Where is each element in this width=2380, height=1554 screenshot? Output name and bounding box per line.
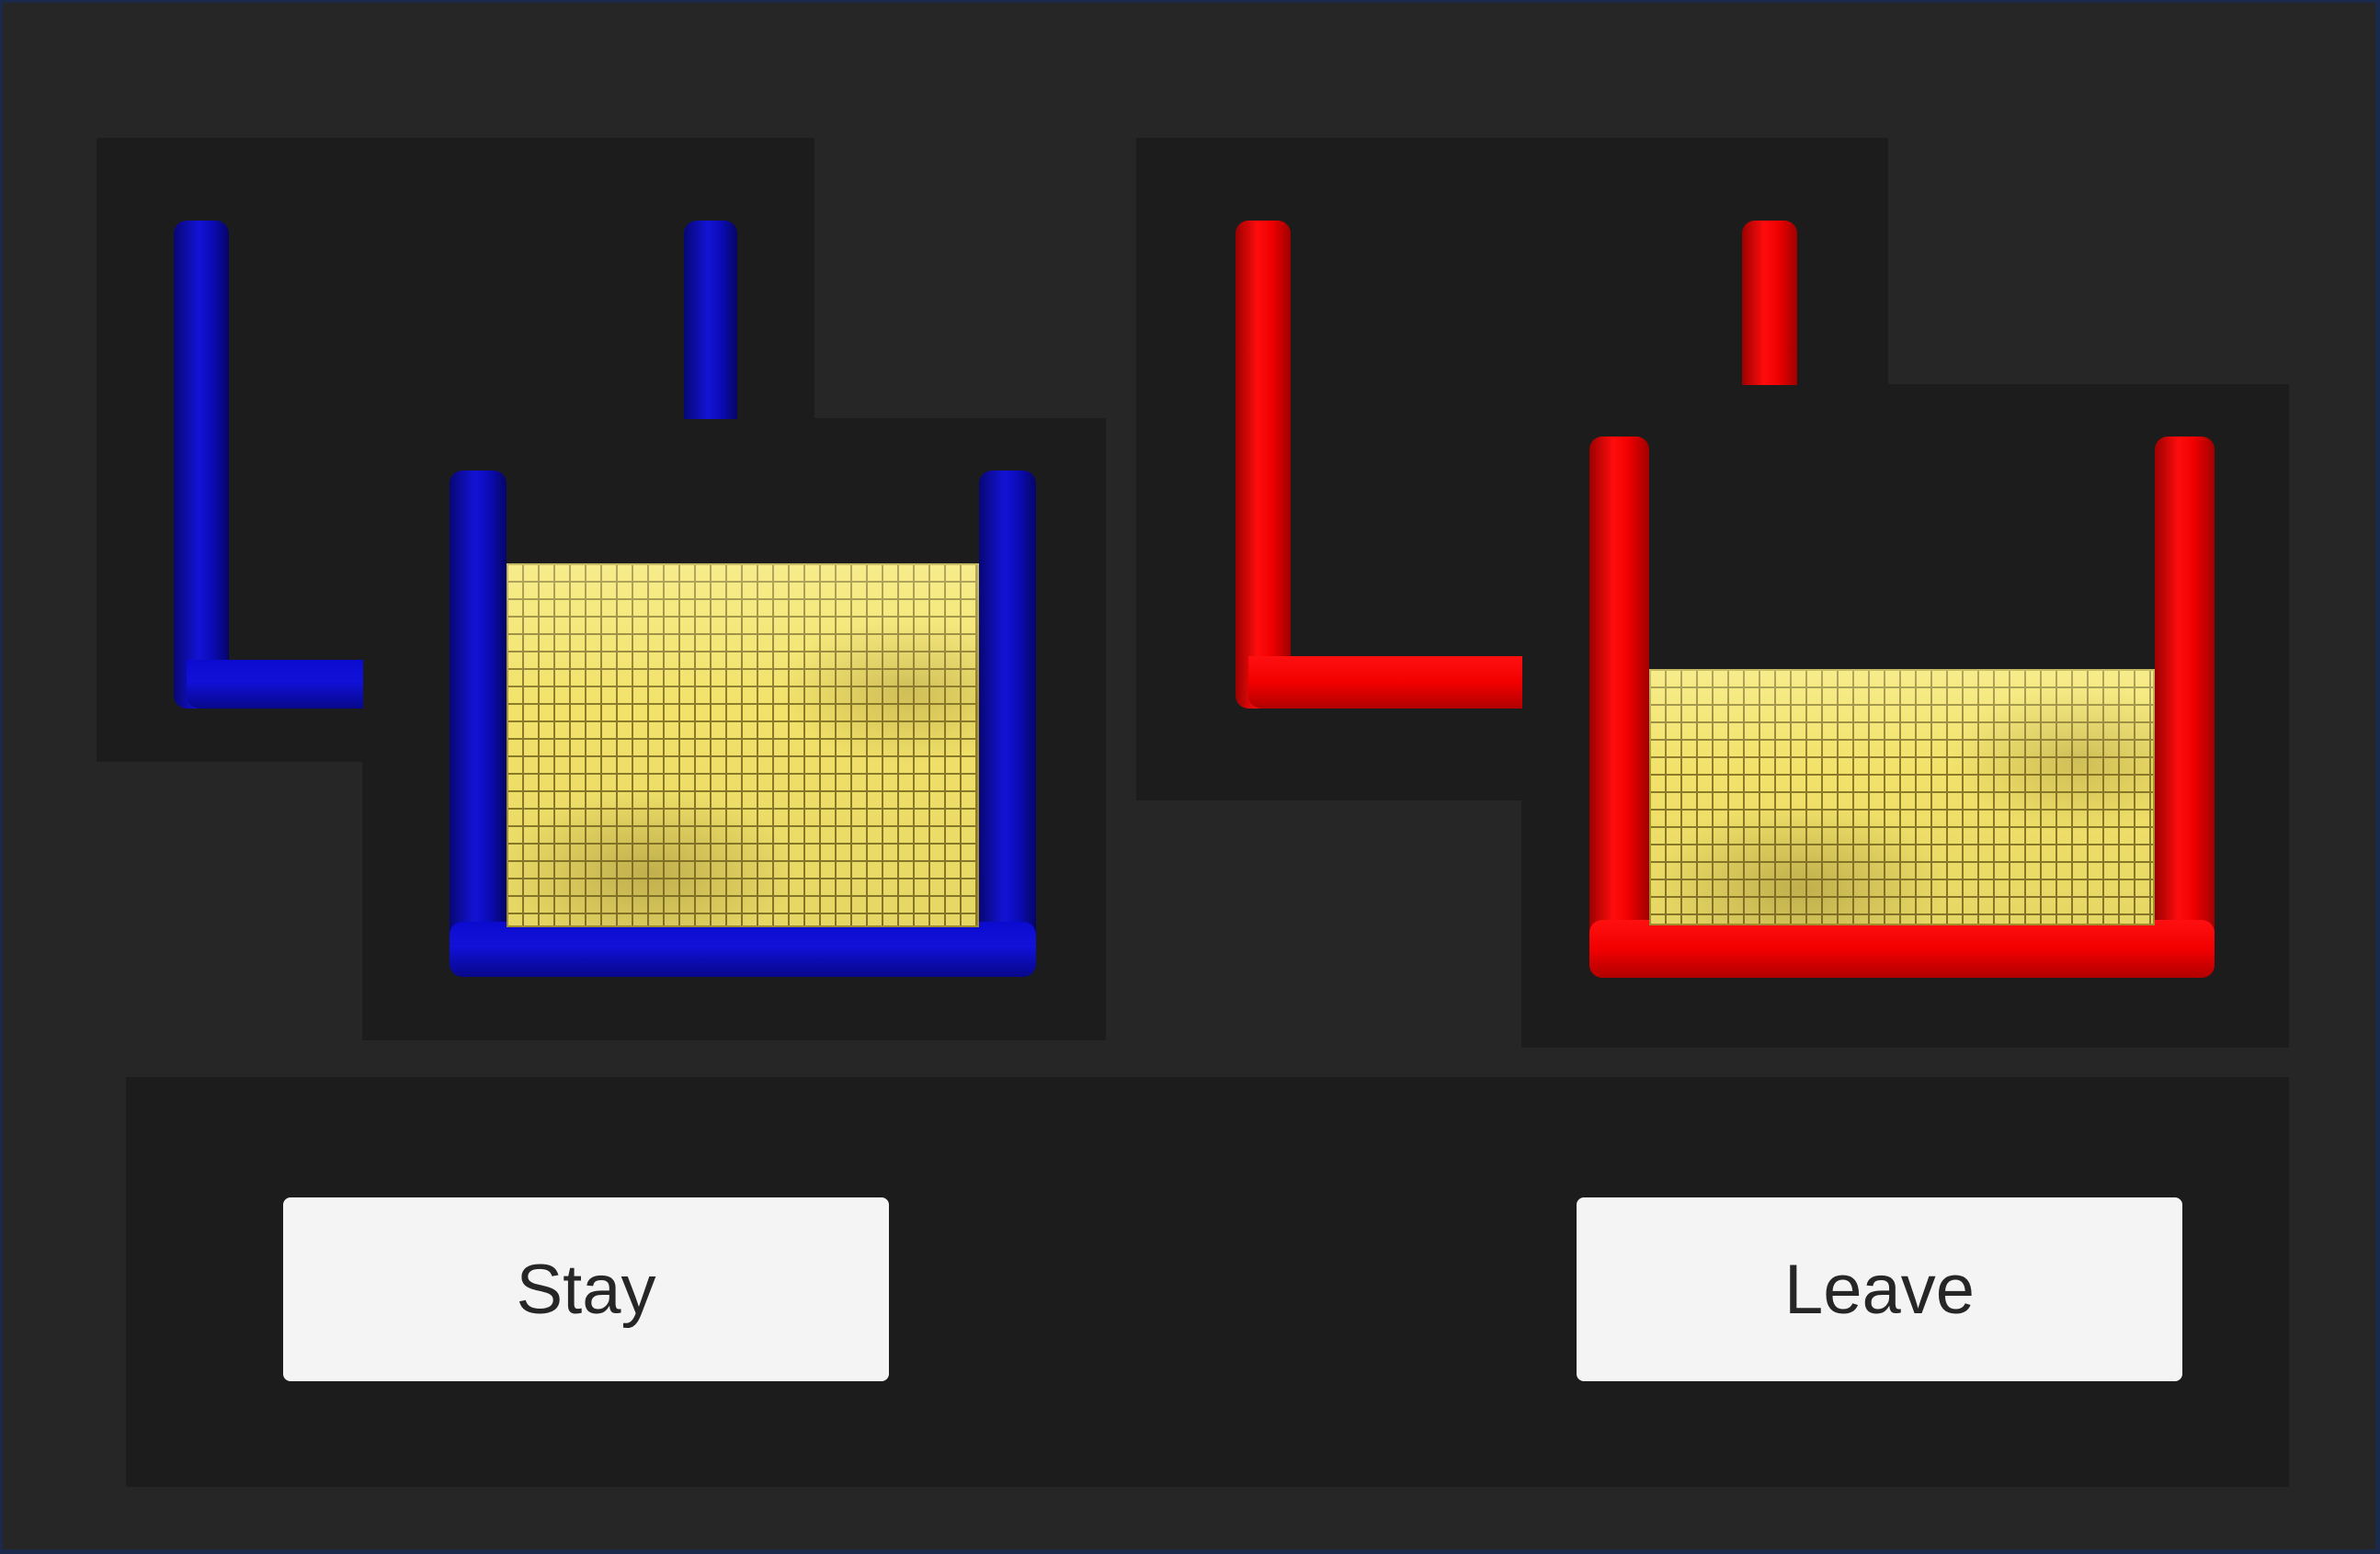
stay-gold-sheen	[507, 563, 979, 927]
stay-back-bucket-left-wall	[174, 221, 229, 709]
stay-bucket-left-wall	[450, 471, 507, 977]
leave-back-bucket-bottom-wall	[1248, 656, 1522, 709]
game-screen: Stay Leave	[3, 3, 2375, 1549]
stay-back-bucket-bottom-wall	[187, 660, 363, 709]
leave-gold-sheen	[1649, 669, 2155, 925]
leave-back-bucket-left-wall	[1236, 221, 1291, 709]
stay-bucket-right-wall	[979, 471, 1036, 977]
stay-bucket-bottom-wall	[450, 922, 1036, 977]
leave-button[interactable]: Leave	[1577, 1197, 2182, 1381]
stay-button[interactable]: Stay	[283, 1197, 889, 1381]
leave-bucket-right-wall	[2155, 437, 2215, 978]
stay-back-bucket-right-wall	[684, 221, 737, 419]
leave-bucket-left-wall	[1589, 437, 1649, 978]
leave-back-bucket-right-wall	[1742, 221, 1797, 385]
stay-bucket-gold-fill	[507, 563, 979, 927]
leave-bucket-gold-fill	[1649, 669, 2155, 925]
leave-bucket-bottom-wall	[1589, 920, 2215, 978]
